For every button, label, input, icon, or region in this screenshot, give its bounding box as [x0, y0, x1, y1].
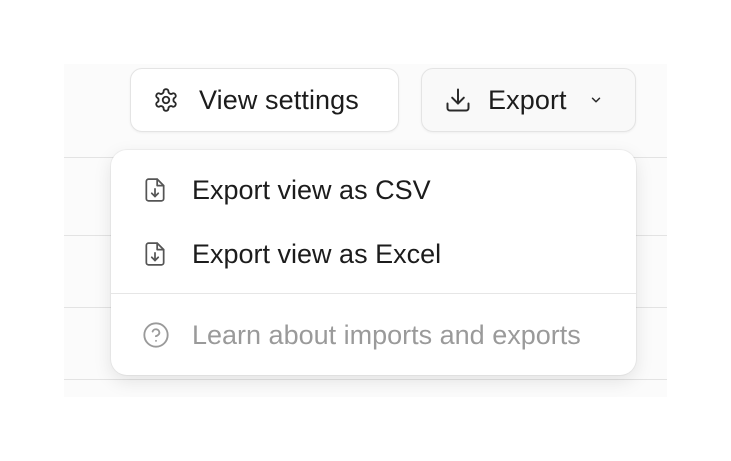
menu-item-label: Learn about imports and exports: [192, 319, 581, 350]
file-download-icon: [142, 240, 168, 268]
menu-item-export-excel[interactable]: Export view as Excel: [111, 226, 636, 282]
gear-icon: [153, 87, 179, 113]
menu-item-learn-imports-exports[interactable]: Learn about imports and exports: [111, 307, 636, 363]
menu-item-label: Export view as CSV: [192, 174, 431, 205]
export-dropdown-menu: Export view as CSV Export view as Excel: [111, 150, 636, 375]
table-row-divider: [64, 379, 667, 380]
file-download-icon: [142, 176, 168, 204]
view-settings-label: View settings: [199, 84, 359, 115]
export-button[interactable]: Export: [421, 68, 636, 132]
menu-divider: [111, 293, 636, 294]
chevron-down-icon: [589, 93, 603, 107]
export-label: Export: [488, 84, 567, 115]
view-settings-button[interactable]: View settings: [130, 68, 399, 132]
menu-item-label: Export view as Excel: [192, 238, 442, 269]
download-icon: [444, 86, 472, 114]
help-circle-icon: [142, 321, 170, 349]
page: View settings Export Export view as CSV …: [0, 0, 731, 461]
menu-item-export-csv[interactable]: Export view as CSV: [111, 162, 636, 218]
